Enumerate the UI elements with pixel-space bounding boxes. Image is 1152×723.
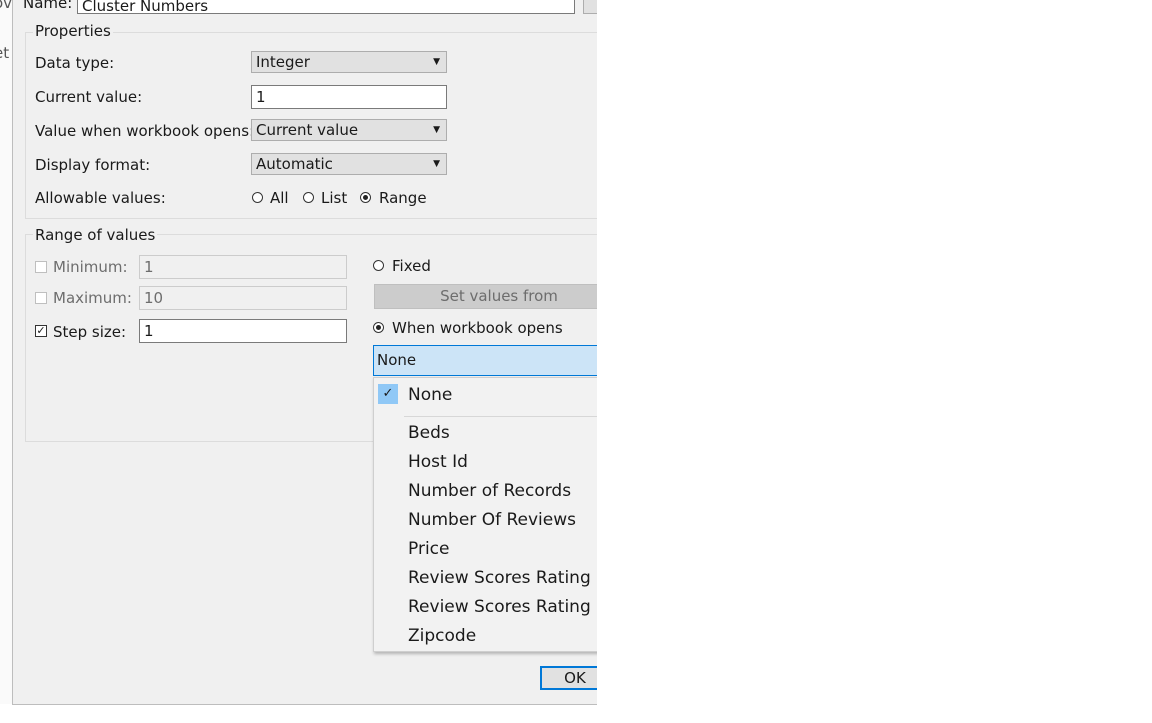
step-size-label: Step size: bbox=[53, 323, 127, 341]
background-window-edge: ov et bbox=[0, 0, 12, 704]
dropdown-item[interactable]: Review Scores Rating bbox=[408, 568, 591, 588]
radio-all[interactable] bbox=[252, 192, 263, 203]
dropdown-item-none[interactable]: None bbox=[408, 385, 452, 405]
maximum-checkbox[interactable] bbox=[35, 292, 47, 304]
name-input[interactable]: Cluster Numbers bbox=[77, 0, 575, 15]
set-values-from-button[interactable]: Set values from bbox=[374, 284, 597, 309]
radio-fixed[interactable] bbox=[373, 260, 384, 271]
checkmark-icon: ✓ bbox=[378, 384, 398, 404]
dropdown-item[interactable]: Number of Records bbox=[408, 481, 571, 501]
source-field-select[interactable]: None bbox=[373, 345, 597, 376]
data-type-select[interactable]: Integer ▼ bbox=[251, 51, 447, 73]
current-value-label: Current value: bbox=[35, 88, 143, 106]
radio-list[interactable] bbox=[303, 192, 314, 203]
checkmark-icon: ✓ bbox=[36, 324, 46, 337]
dropdown-item[interactable]: Number Of Reviews bbox=[408, 510, 576, 530]
allowable-values-label: Allowable values: bbox=[35, 189, 166, 207]
edit-parameter-dialog: Name: Cluster Numbers C Properties Data … bbox=[12, 0, 597, 705]
data-type-label: Data type: bbox=[35, 54, 115, 72]
display-format-label: Display format: bbox=[35, 156, 151, 174]
radio-list-label: List bbox=[321, 189, 348, 207]
dropdown-item[interactable]: Host Id bbox=[408, 452, 468, 472]
name-label: Name: bbox=[23, 0, 73, 12]
step-size-input[interactable]: 1 bbox=[139, 319, 347, 343]
chevron-down-icon: ▼ bbox=[433, 159, 440, 169]
maximum-label: Maximum: bbox=[53, 289, 132, 307]
ok-button[interactable]: OK bbox=[540, 666, 597, 690]
step-size-checkbox[interactable]: ✓ bbox=[35, 325, 47, 337]
radio-range[interactable] bbox=[360, 192, 371, 203]
current-value-input[interactable]: 1 bbox=[251, 85, 447, 109]
properties-title: Properties bbox=[33, 22, 113, 40]
display-format-select[interactable]: Automatic ▼ bbox=[251, 153, 447, 175]
dropdown-item[interactable]: Review Scores Rating (b bbox=[408, 597, 597, 617]
workbook-opens-select[interactable]: Current value ▼ bbox=[251, 119, 447, 141]
chevron-down-icon: ▼ bbox=[433, 125, 440, 135]
radio-all-label: All bbox=[270, 189, 289, 207]
dropdown-item[interactable]: Price bbox=[408, 539, 449, 559]
radio-fixed-label: Fixed bbox=[392, 257, 431, 275]
radio-when-workbook-opens-label: When workbook opens bbox=[392, 319, 563, 337]
radio-when-workbook-opens[interactable] bbox=[373, 322, 384, 333]
maximum-input[interactable]: 10 bbox=[139, 286, 347, 310]
radio-range-label: Range bbox=[379, 189, 427, 207]
minimum-input[interactable]: 1 bbox=[139, 255, 347, 279]
minimum-checkbox[interactable] bbox=[35, 261, 47, 273]
workbook-opens-label: Value when workbook opens: bbox=[35, 122, 255, 140]
dropdown-separator bbox=[404, 416, 597, 417]
source-field-dropdown: ✓ None Beds Host Id Number of Records Nu… bbox=[373, 377, 597, 652]
chevron-down-icon: ▼ bbox=[433, 57, 440, 67]
minimum-label: Minimum: bbox=[53, 258, 128, 276]
dropdown-item[interactable]: Zipcode bbox=[408, 626, 476, 646]
dropdown-item[interactable]: Beds bbox=[408, 423, 450, 443]
comment-button[interactable]: C bbox=[583, 0, 597, 14]
range-title: Range of values bbox=[33, 226, 158, 244]
